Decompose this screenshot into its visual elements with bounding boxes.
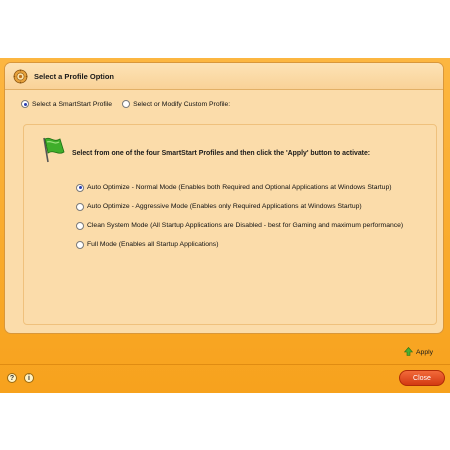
profile-panel: Select a Profile Option Select a SmartSt…: [4, 62, 444, 334]
option-full-mode[interactable]: Full Mode (Enables all Startup Applicati…: [76, 235, 403, 254]
panel-header: Select a Profile Option: [5, 63, 443, 90]
smartstart-options-list: Auto Optimize - Normal Mode (Enables bot…: [76, 178, 403, 254]
instruction-text: Select from one of the four SmartStart P…: [72, 150, 371, 157]
apply-button[interactable]: Apply: [403, 347, 434, 358]
info-icon[interactable]: i: [24, 373, 34, 383]
option-aggressive-mode[interactable]: Auto Optimize - Aggressive Mode (Enables…: [76, 197, 403, 216]
apply-label: Apply: [416, 349, 434, 356]
flag-icon: [38, 134, 68, 164]
radio-indicator[interactable]: [76, 221, 84, 230]
option-label: Auto Optimize - Aggressive Mode (Enables…: [87, 203, 362, 210]
option-normal-mode[interactable]: Auto Optimize - Normal Mode (Enables bot…: [76, 178, 403, 197]
option-clean-system-mode[interactable]: Clean System Mode (All Startup Applicati…: [76, 216, 403, 235]
smartstart-options-box: Select from one of the four SmartStart P…: [23, 124, 437, 325]
profile-choice-group: Select a SmartStart Profile Select or Mo…: [21, 100, 230, 108]
help-icon[interactable]: ?: [7, 373, 17, 383]
footer-divider: [0, 364, 450, 365]
radio-indicator[interactable]: [76, 183, 84, 192]
gear-icon: [13, 69, 28, 84]
radio-indicator[interactable]: [76, 202, 84, 211]
radio-indicator[interactable]: [21, 100, 29, 108]
close-button[interactable]: Close: [399, 370, 445, 386]
option-label: Full Mode (Enables all Startup Applicati…: [87, 241, 219, 248]
smartstart-profile-radio[interactable]: Select a SmartStart Profile: [21, 100, 112, 108]
radio-indicator[interactable]: [76, 240, 84, 249]
custom-profile-radio[interactable]: Select or Modify Custom Profile:: [122, 100, 230, 108]
option-label: Clean System Mode (All Startup Applicati…: [87, 222, 404, 229]
arrow-up-icon: [403, 347, 414, 358]
smartstart-profile-label: Select a SmartStart Profile: [32, 100, 113, 108]
panel-title: Select a Profile Option: [34, 71, 115, 81]
option-label: Auto Optimize - Normal Mode (Enables bot…: [87, 184, 392, 191]
dialog-window: Select a Profile Option Select a SmartSt…: [0, 58, 450, 393]
custom-profile-label: Select or Modify Custom Profile:: [133, 100, 231, 108]
radio-indicator[interactable]: [122, 100, 131, 108]
